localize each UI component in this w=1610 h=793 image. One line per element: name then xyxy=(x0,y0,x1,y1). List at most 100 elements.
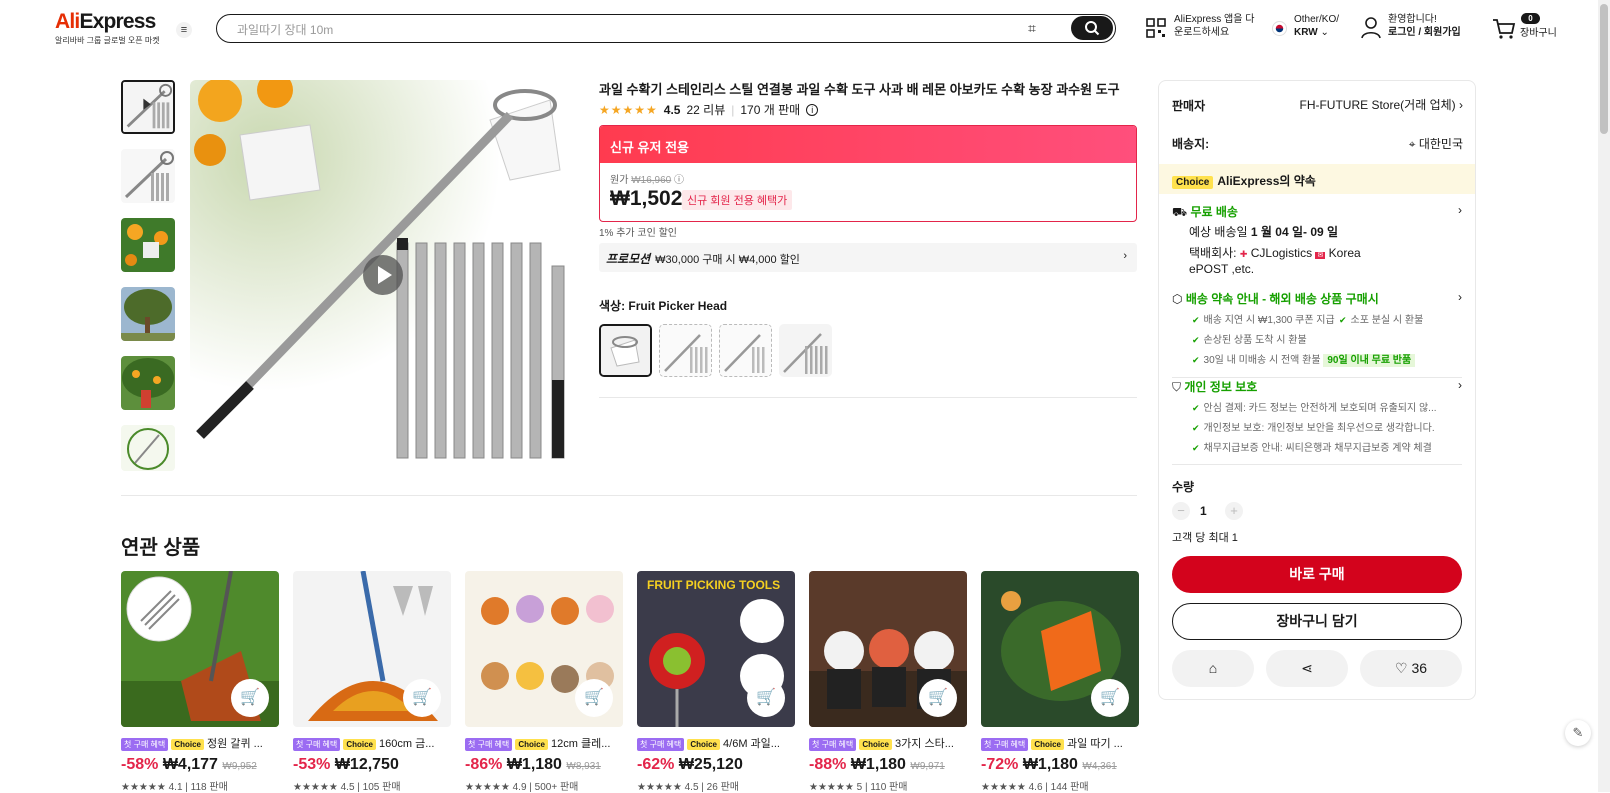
app-download-link[interactable]: AliExpress 앱을 다 운로드하세요 xyxy=(1174,13,1254,39)
privacy-row[interactable]: ⛉ 개인 정보 보호 › xyxy=(1172,378,1462,395)
sold-count: 110 판매 xyxy=(870,782,908,793)
add-to-cart-icon[interactable]: 🛒 xyxy=(575,679,613,717)
account-link[interactable]: 환영합니다! 로그인 / 회원가입 xyxy=(1388,13,1461,39)
price: ₩4,177 xyxy=(162,756,218,773)
quantity-decrease-button[interactable]: − xyxy=(1172,502,1190,520)
add-to-cart-icon[interactable]: 🛒 xyxy=(231,679,269,717)
scrollbar-thumb[interactable] xyxy=(1600,4,1608,134)
chevron-right-icon: › xyxy=(1458,203,1462,217)
add-to-cart-icon[interactable]: 🛒 xyxy=(919,679,957,717)
cart-label[interactable]: 장바구니 xyxy=(1520,27,1557,40)
promotion-text: ₩30,000 구매 시 ₩4,000 할인 xyxy=(655,254,800,266)
color-swatch-4[interactable] xyxy=(779,324,832,377)
quantity-increase-button[interactable]: + xyxy=(1225,502,1243,520)
related-product-card[interactable]: 🛒 첫 구매 혜택 Choice 3가지 스타... -88% ₩1,180 ₩9,… xyxy=(809,571,967,793)
color-swatch-3[interactable] xyxy=(719,324,772,377)
thumbnail-4[interactable] xyxy=(121,287,175,341)
quantity-value[interactable]: 1 xyxy=(1200,504,1207,518)
search-bar[interactable]: 과일따기 장대 10m ⌗ xyxy=(216,14,1116,43)
shield-box-icon: ⬡ xyxy=(1172,292,1183,306)
divider xyxy=(1172,464,1462,465)
ship-to-selector[interactable]: ⌖ 대한민국 xyxy=(1359,135,1463,152)
product-image[interactable]: 🛒 xyxy=(465,571,623,727)
seller-link[interactable]: FH-FUTURE Store(거래 업체) › xyxy=(1295,96,1463,113)
courier-name2: Korea xyxy=(1328,246,1361,260)
product-name-row[interactable]: 첫 구매 혜택 Choice 160cm 금... xyxy=(293,735,451,751)
add-to-cart-icon[interactable]: 🛒 xyxy=(403,679,441,717)
product-name-row[interactable]: 첫 구매 혜택 Choice 4/6M 과일... xyxy=(637,735,795,751)
thumbnail-3[interactable] xyxy=(121,218,175,272)
choice-promise-text: AliExpress의 약속 xyxy=(1217,174,1316,188)
shipping-guarantee-row[interactable]: ⬡ 배송 약속 안내 - 해외 배송 상품 구매시 › xyxy=(1172,290,1462,307)
guarantee-item-3: ✔ 손상된 상품 도착 시 환불 xyxy=(1192,331,1307,346)
locale-line1: Other/KO/ xyxy=(1294,14,1340,25)
wishlist-button[interactable]: ♡ 36 xyxy=(1360,650,1462,687)
search-input[interactable]: 과일따기 장대 10m xyxy=(237,21,333,38)
thumbnail-5[interactable] xyxy=(121,356,175,410)
color-swatch-fruit-picker-head[interactable] xyxy=(599,324,652,377)
privacy-item-1: ✔ 안심 결제: 카드 정보는 안전하게 보호되며 유출되지 않... xyxy=(1192,399,1437,414)
thumbnail-2[interactable] xyxy=(121,149,175,203)
add-to-cart-icon[interactable]: 🛒 xyxy=(1091,679,1129,717)
play-video-button[interactable] xyxy=(363,255,403,295)
discount: -58% xyxy=(121,756,159,773)
check-icon: ✔ xyxy=(1192,423,1200,433)
user-icon[interactable] xyxy=(1361,17,1381,39)
product-image[interactable]: 🛒 xyxy=(981,571,1139,727)
purchase-panel: 판매자 FH-FUTURE Store(거래 업체) › 배송지: ⌖ 대한민국… xyxy=(1158,80,1476,700)
info-icon[interactable]: i xyxy=(806,103,819,116)
store-button[interactable]: ⌂ xyxy=(1172,650,1254,687)
free-shipping-row[interactable]: ⛟ 무료 배송 › xyxy=(1172,203,1462,221)
star-icon: ★★★★★ xyxy=(465,782,510,793)
share-button[interactable]: ⋖ xyxy=(1266,650,1348,687)
new-user-price-box: 신규 유저 전용 원가 ₩16,960 ⓘ ₩1,502 신규 회원 전용 혜택… xyxy=(599,125,1137,222)
thumbnail-6[interactable] xyxy=(121,425,175,471)
delivery-prefix: 예상 배송일 xyxy=(1189,225,1248,239)
aliexpress-logo[interactable]: AliExpress 알리바바 그룹 글로벌 오픈 마켓 xyxy=(55,10,160,46)
thumbnail-video[interactable] xyxy=(121,80,175,134)
original-price: ₩9,952 xyxy=(222,761,257,772)
info-icon[interactable]: ⓘ xyxy=(674,175,684,186)
choice-promise-bar: Choice AliExpress의 약속 xyxy=(1159,164,1475,194)
first-purchase-tag: 첫 구매 혜택 xyxy=(293,738,341,751)
menu-icon[interactable]: ≡ xyxy=(176,22,192,38)
promotion-bar[interactable]: 프로모션 ₩30,000 구매 시 ₩4,000 할인 › xyxy=(599,243,1137,272)
courier-row2: ePOST ,etc. xyxy=(1189,262,1255,276)
courier-name1: CJLogistics xyxy=(1250,246,1313,260)
cart-count-badge: 0 xyxy=(1521,13,1540,24)
product-name-row[interactable]: 첫 구매 혜택 Choice 12cm 클레... xyxy=(465,735,623,751)
related-product-card[interactable]: 🛒 첫 구매 혜택 Choice 정원 갈퀴 ... -58% ₩4,177 ₩9,… xyxy=(121,571,279,793)
buy-now-button[interactable]: 바로 구매 xyxy=(1172,556,1462,593)
guarantee-title: 배송 약속 안내 - 해외 배송 상품 구매시 xyxy=(1185,292,1379,306)
free-shipping-label: 무료 배송 xyxy=(1190,205,1238,219)
cart-icon[interactable] xyxy=(1492,18,1516,40)
add-to-cart-icon[interactable]: 🛒 xyxy=(747,679,785,717)
check-icon: ✔ xyxy=(1339,315,1347,325)
color-swatch-2[interactable] xyxy=(659,324,712,377)
sold-count: 118 판매 xyxy=(190,782,228,793)
scrollbar[interactable] xyxy=(1598,0,1610,792)
camera-search-icon[interactable]: ⌗ xyxy=(1023,20,1041,36)
chevron-down-icon: ⌄ xyxy=(1320,27,1329,38)
product-image[interactable]: 🛒 xyxy=(121,571,279,727)
product-name-row[interactable]: 첫 구매 혜택 Choice 정원 갈퀴 ... xyxy=(121,735,279,751)
product-image[interactable]: FRUIT PICKING TOOLS 🛒 xyxy=(637,571,795,727)
product-image[interactable]: 🛒 xyxy=(809,571,967,727)
product-name-row[interactable]: 첫 구매 혜택 Choice 과일 따기 ... xyxy=(981,735,1139,751)
related-product-card[interactable]: 🛒 첫 구매 혜택 Choice 12cm 클레... -86% ₩1,180 ₩8… xyxy=(465,571,623,793)
product-name-row[interactable]: 첫 구매 혜택 Choice 3가지 스타... xyxy=(809,735,967,751)
related-product-card[interactable]: FRUIT PICKING TOOLS 🛒 첫 구매 혜택 Choice 4/6M … xyxy=(637,571,795,793)
locale-selector[interactable]: Other/KO/KRW ⌄ xyxy=(1294,13,1339,39)
qr-code-icon[interactable] xyxy=(1146,18,1166,38)
product-image[interactable]: 🛒 xyxy=(293,571,451,727)
original-price: 원가 ₩16,960 ⓘ xyxy=(610,171,684,186)
related-product-card[interactable]: 🛒 첫 구매 혜택 Choice 과일 따기 ... -72% ₩1,180 ₩4,… xyxy=(981,571,1139,793)
search-button[interactable] xyxy=(1071,16,1113,40)
add-to-cart-button[interactable]: 장바구니 담기 xyxy=(1172,603,1462,640)
share-icon: ⋖ xyxy=(1301,660,1313,676)
review-count[interactable]: 22 리뷰 xyxy=(686,101,725,118)
feedback-edit-icon[interactable]: ✎ xyxy=(1565,720,1591,746)
epost-logo-icon: ✉ xyxy=(1315,252,1326,259)
related-product-card[interactable]: 🛒 첫 구매 혜택 Choice 160cm 금... -53% ₩12,750 ★… xyxy=(293,571,451,793)
star-icon: ★★★★★ xyxy=(981,782,1026,793)
